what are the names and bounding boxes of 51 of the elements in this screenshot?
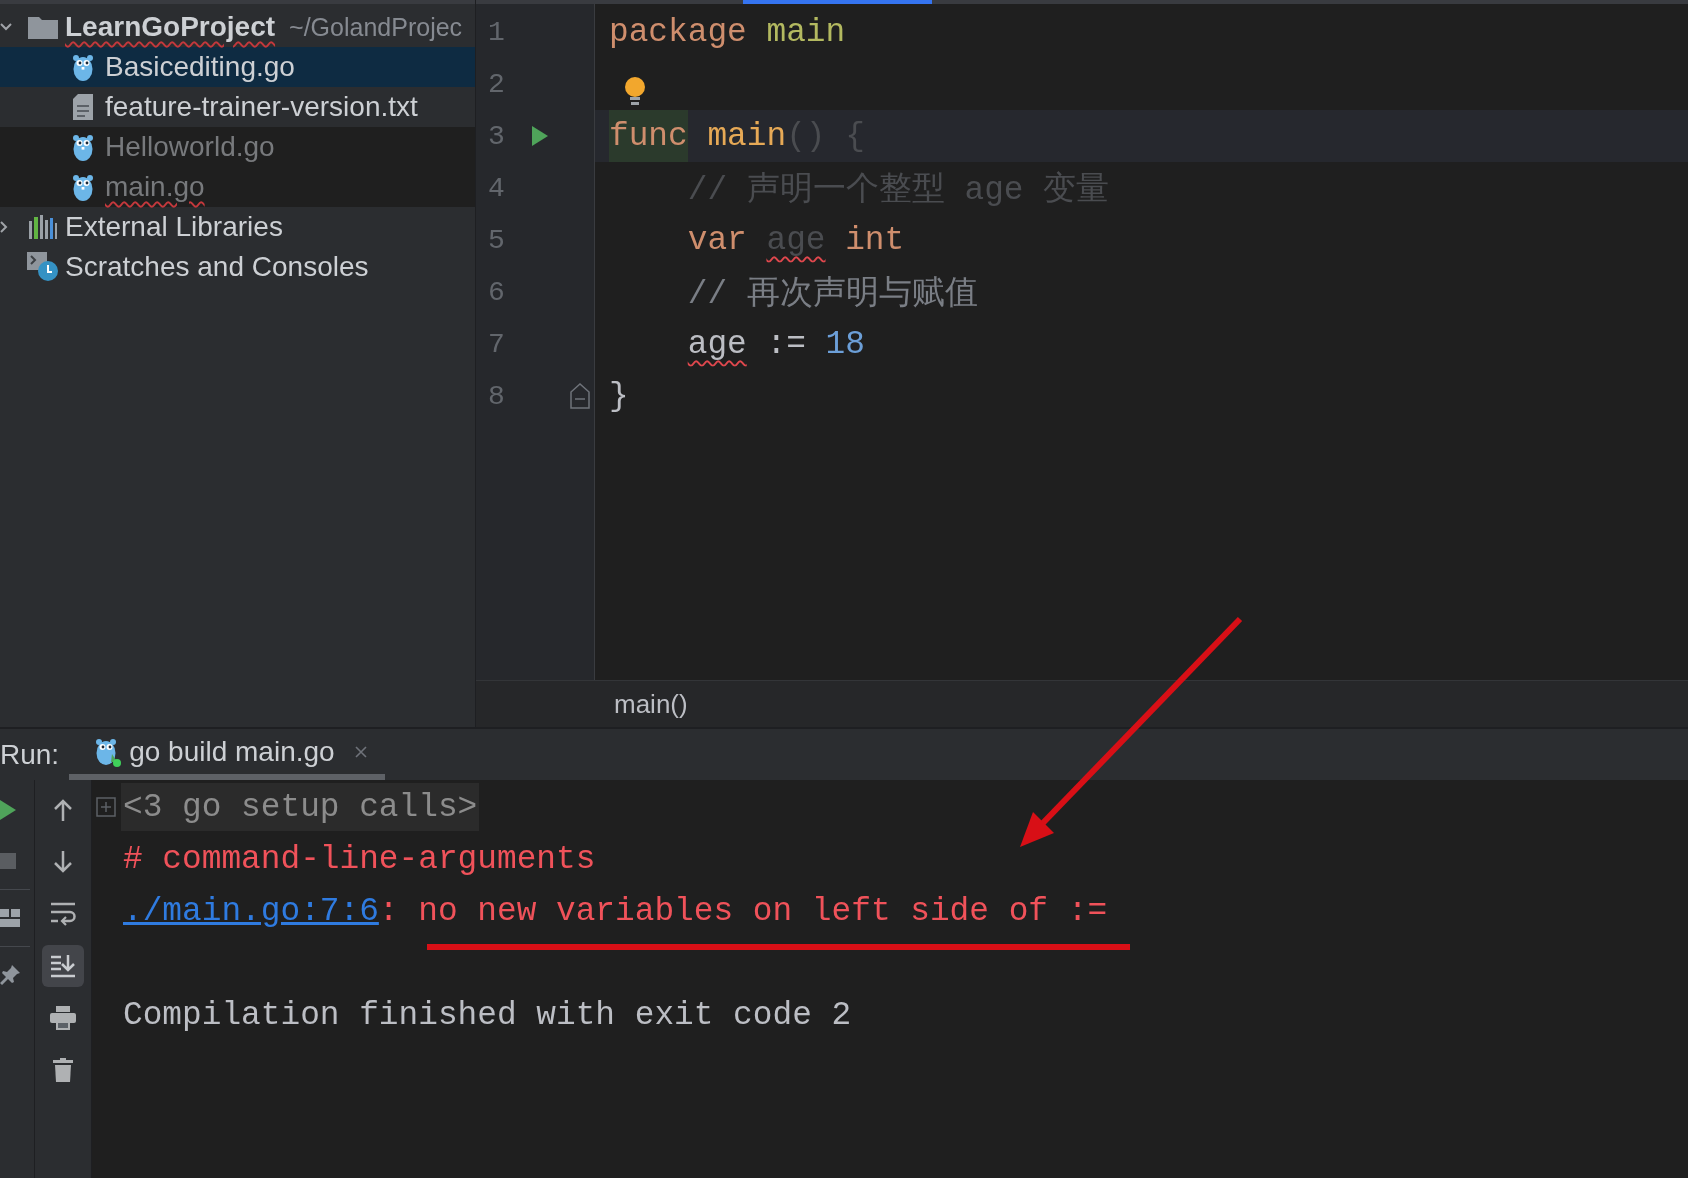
folder-icon [28, 15, 58, 39]
tree-item[interactable]: feature-trainer-version.txt [0, 87, 475, 127]
play-icon [0, 800, 16, 820]
panel-title: Run: [0, 738, 60, 771]
gopher-icon [95, 736, 122, 767]
stop-icon [0, 853, 16, 869]
gopher-icon [72, 173, 94, 201]
line-number: 1 [488, 16, 506, 48]
library-icon [29, 215, 57, 239]
console-line: # command-line-arguments [123, 840, 596, 878]
chevron-down-icon[interactable] [0, 23, 12, 31]
pin-icon [0, 965, 20, 985]
line-number: 5 [488, 224, 506, 256]
code-line: // 再次声明与赋值 [686, 274, 979, 315]
arrow-up-icon [53, 798, 73, 822]
tree-item[interactable]: main.go [0, 167, 475, 207]
line-number: 6 [488, 276, 506, 308]
code-line: package main [608, 12, 847, 53]
console-line: Compilation finished with exit code 2 [123, 996, 852, 1034]
gopher-icon [72, 53, 94, 81]
play-icon[interactable] [532, 126, 548, 146]
file-link[interactable]: ./main.go:7:6 [123, 892, 379, 930]
lightbulb-icon[interactable] [624, 77, 646, 105]
arrow-down-icon [53, 850, 73, 874]
soft-wrap-icon [50, 902, 76, 926]
line-number: 2 [488, 68, 506, 100]
project-path: ~/GolandProjec [289, 12, 463, 42]
printer-icon [50, 1006, 76, 1030]
document-icon [73, 94, 93, 120]
line-number: 7 [488, 328, 506, 360]
tree-item[interactable]: Basicediting.go [0, 47, 475, 87]
close-icon[interactable] [354, 745, 367, 758]
scroll-to-end-button[interactable] [42, 945, 84, 987]
tree-item[interactable]: Scratches and Consoles [0, 247, 475, 287]
scroll-to-end-icon [50, 954, 76, 978]
tree-item[interactable]: External Libraries [0, 207, 475, 247]
gopher-icon [72, 133, 94, 161]
code-line: age := 18 [686, 324, 866, 365]
console-clock-icon [27, 252, 59, 282]
layout-icon [0, 909, 20, 927]
line-number: 8 [488, 380, 506, 412]
code-line: } [608, 376, 630, 417]
fold-icon[interactable] [570, 383, 590, 409]
chevron-right-icon[interactable] [0, 221, 8, 233]
trash-icon [53, 1058, 73, 1082]
tree-item[interactable]: LearnGoProject ~/GolandProjec [0, 7, 475, 47]
line-number: 4 [488, 172, 506, 204]
breadcrumb-item[interactable]: main() [614, 688, 688, 720]
tree-item[interactable]: Helloworld.go [0, 127, 475, 167]
line-number: 3 [488, 120, 506, 152]
console-line: ./main.go:7:6: no new variables on left side of := [123, 892, 1108, 930]
